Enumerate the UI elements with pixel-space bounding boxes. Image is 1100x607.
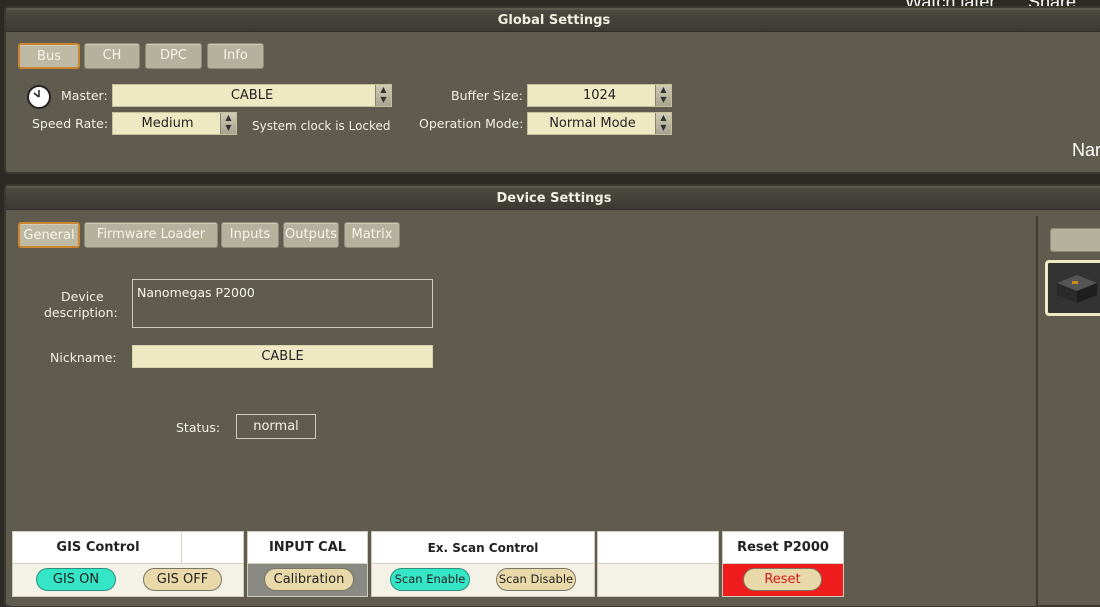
speed-stepper-icon[interactable]: ▲ ▼ [220,113,236,134]
device-box-icon [1057,275,1097,303]
gis-title-spacer [181,532,243,564]
opmode-stepper-icon[interactable]: ▲ ▼ [655,113,671,134]
status-label: Status: [176,420,221,435]
empty-control-title [598,532,718,564]
nickname-field[interactable]: CABLE [132,345,433,368]
operation-mode-select[interactable]: Normal Mode ▲ ▼ [527,112,672,135]
tab-ch[interactable]: CH [84,43,140,69]
reset-group: Reset P2000 Reset [722,531,844,597]
clock-icon [27,85,51,109]
gis-control-group: GIS Control GIS ON GIS OFF [12,531,244,597]
scan-control-title: Ex. Scan Control [372,532,594,564]
tab-bus[interactable]: Bus [18,43,80,69]
nar-label: Nar [1072,140,1100,160]
speed-rate-label: Speed Rate: [32,116,109,131]
device-description-label-line2: description: [44,305,118,320]
master-select[interactable]: CABLE ▲ ▼ [112,84,392,107]
tab-firmware-loader[interactable]: Firmware Loader [84,222,218,248]
status-field: normal [236,414,316,439]
device-thumbnail[interactable] [1045,260,1100,316]
device-description-field[interactable]: Nanomegas P2000 [132,279,433,328]
tab-dpc[interactable]: DPC [145,43,202,69]
operation-mode-value: Normal Mode [549,116,636,131]
speed-rate-value: Medium [141,116,194,131]
reset-button[interactable]: Reset [743,568,822,591]
device-description-label-line1: Device [61,289,104,304]
master-stepper-icon[interactable]: ▲ ▼ [375,85,391,106]
device-settings-title: Device Settings [6,188,1100,210]
input-cal-title: INPUT CAL [248,532,367,564]
tab-inputs[interactable]: Inputs [221,222,279,248]
tab-general[interactable]: General [18,222,80,248]
empty-control-group [597,531,719,597]
gis-control-title: GIS Control [13,532,183,564]
device-description-value: Nanomegas P2000 [137,285,255,300]
tab-info[interactable]: Info [207,43,264,69]
reset-title: Reset P2000 [723,532,843,564]
calibration-button[interactable]: Calibration [264,568,354,591]
scan-enable-button[interactable]: Scan Enable [390,568,470,591]
gis-off-button[interactable]: GIS OFF [143,568,222,591]
master-label: Master: [61,88,108,103]
operation-mode-label: Operation Mode: [419,116,524,131]
buffer-size-select[interactable]: 1024 ▲ ▼ [527,84,672,107]
global-settings-title: Global Settings [6,10,1100,32]
input-cal-group: INPUT CAL Calibration [247,531,368,597]
scan-control-group: Ex. Scan Control Scan Enable Scan Disabl… [371,531,595,597]
global-settings-panel: Global Settings Bus CH DPC Info Master: … [4,6,1100,174]
scan-disable-button[interactable]: Scan Disable [496,568,576,591]
buffer-size-value: 1024 [582,88,617,103]
clock-status-text: System clock is Locked [252,119,391,133]
master-value: CABLE [230,88,274,103]
speed-rate-select[interactable]: Medium ▲ ▼ [112,112,237,135]
buffer-stepper-icon[interactable]: ▲ ▼ [655,85,671,106]
device-list-header [1050,228,1100,252]
gis-on-button[interactable]: GIS ON [36,568,116,591]
buffer-size-label: Buffer Size: [451,88,523,103]
tab-matrix[interactable]: Matrix [344,222,400,248]
tab-outputs[interactable]: Outputs [283,222,339,248]
nickname-label: Nickname: [50,350,117,365]
